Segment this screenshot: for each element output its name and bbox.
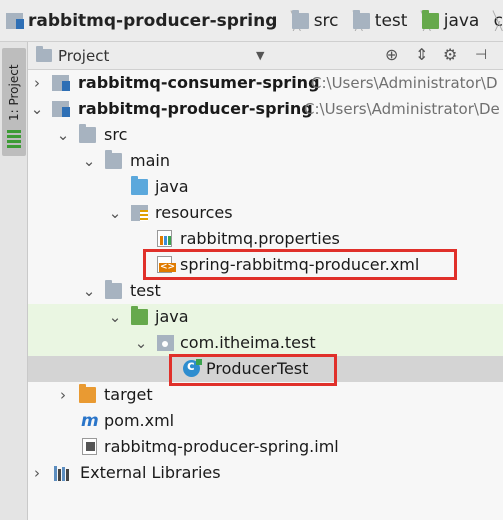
chevron-down-icon[interactable]: ⌄ — [82, 148, 96, 174]
tree-item-label: rabbitmq-producer-spring — [78, 99, 313, 118]
tree-row-src[interactable]: ⌄ src — [28, 122, 503, 148]
project-view-icon — [36, 46, 52, 62]
chevron-down-icon[interactable]: ⌄ — [82, 278, 96, 304]
tree-item-path: C:\Users\Administrator\De — [304, 100, 500, 118]
green-folder-icon — [131, 306, 148, 325]
tree-item-label: src — [104, 125, 128, 144]
breadcrumb-label: rabbitmq-producer-spring — [28, 10, 278, 31]
chevron-down-icon[interactable]: ⌄ — [108, 304, 122, 330]
resources-folder-icon — [131, 205, 148, 221]
project-panel-header: Project ▼ ⊕ ⇕ ⚙ ⊣ — [28, 42, 503, 70]
chevron-down-icon[interactable]: ⌄ — [108, 200, 122, 226]
green-folder-icon — [421, 9, 439, 29]
tree-item-label: resources — [155, 203, 233, 222]
xml-file-icon — [157, 256, 177, 273]
tree-row-producer-module[interactable]: ⌄ rabbitmq-producer-spring C:\Users\Admi… — [28, 96, 503, 122]
tree-row-iml[interactable]: rabbitmq-producer-spring.iml — [28, 434, 503, 460]
breadcrumb-label: src — [313, 10, 339, 31]
tree-item-label: java — [155, 307, 189, 326]
tree-row-resources[interactable]: ⌄ resources — [28, 200, 503, 226]
tree-row-package[interactable]: ⌄ com.itheima.test — [28, 330, 503, 356]
chevron-down-icon[interactable]: ⌄ — [134, 330, 148, 356]
tool-window-strip: 1: Project — [0, 42, 28, 520]
tree-row-pom[interactable]: m pom.xml — [28, 408, 503, 434]
module-icon — [52, 75, 70, 91]
libraries-icon — [54, 466, 74, 481]
properties-file-icon — [157, 230, 172, 247]
tree-row-consumer-module[interactable]: › rabbitmq-consumer-spring C:\Users\Admi… — [28, 70, 503, 96]
tree-item-label: com.itheima.test — [180, 333, 316, 352]
module-icon — [52, 101, 70, 117]
breadcrumb-label: java — [443, 10, 480, 31]
tree-item-path: C:\Users\Administrator\D — [311, 74, 498, 92]
tree-item-label: main — [130, 151, 170, 170]
tree-item-label: External Libraries — [80, 463, 221, 482]
breadcrumb-separator — [413, 0, 417, 41]
breadcrumb: rabbitmq-producer-spring src test java c — [0, 0, 503, 42]
class-icon — [183, 359, 202, 377]
breadcrumb-separator — [485, 0, 489, 41]
package-icon — [157, 335, 174, 351]
iml-file-icon — [82, 438, 97, 455]
breadcrumb-label: test — [374, 10, 408, 31]
chevron-down-icon[interactable]: ▼ — [256, 49, 264, 62]
project-structure-icon — [7, 130, 21, 152]
tree-row-target[interactable]: › target — [28, 382, 503, 408]
folder-icon — [105, 150, 122, 169]
chevron-right-icon[interactable]: › — [30, 460, 44, 486]
project-view-selector[interactable]: Project — [58, 47, 109, 65]
tree-row-properties[interactable]: rabbitmq.properties — [28, 226, 503, 252]
folder-icon — [291, 9, 309, 29]
folder-icon — [79, 124, 96, 143]
chevron-down-icon[interactable]: ⌄ — [30, 96, 44, 122]
project-tool-tab[interactable]: 1: Project — [2, 48, 26, 156]
tree-item-label: ProducerTest — [206, 359, 309, 378]
split-icon[interactable]: ⇕ — [415, 46, 428, 64]
tree-row-main-java[interactable]: java — [28, 174, 503, 200]
tree-item-label: rabbitmq-producer-spring.iml — [104, 437, 339, 456]
tree-row-main[interactable]: ⌄ main — [28, 148, 503, 174]
breadcrumb-separator — [345, 0, 349, 41]
tree-item-label: rabbitmq.properties — [180, 229, 340, 248]
chevron-right-icon[interactable]: › — [30, 70, 44, 96]
module-folder-icon — [6, 12, 24, 29]
tree-row-test[interactable]: ⌄ test — [28, 278, 503, 304]
folder-icon — [105, 280, 122, 299]
orange-folder-icon — [79, 384, 96, 403]
gear-icon[interactable]: ⚙ — [443, 46, 457, 64]
chevron-right-icon[interactable]: › — [56, 382, 70, 408]
tree-row-xml[interactable]: spring-rabbitmq-producer.xml — [28, 252, 503, 278]
tree-item-label: spring-rabbitmq-producer.xml — [180, 255, 420, 274]
tree-item-label: java — [155, 177, 189, 196]
blue-folder-icon — [131, 176, 148, 195]
breadcrumb-item-test[interactable]: test — [352, 0, 408, 41]
tree-item-label: target — [104, 385, 153, 404]
tree-row-producer-test[interactable]: ProducerTest — [28, 356, 503, 382]
maven-icon: m — [81, 411, 99, 431]
breadcrumb-item-java[interactable]: java — [421, 0, 480, 41]
hide-icon[interactable]: ⊣ — [475, 46, 487, 64]
tree-row-test-java[interactable]: ⌄ java — [28, 304, 503, 330]
tree-row-external-libraries[interactable]: › External Libraries — [28, 460, 503, 486]
tree-item-label: rabbitmq-consumer-spring — [78, 73, 320, 92]
tree-item-label: test — [130, 281, 161, 300]
target-icon[interactable]: ⊕ — [385, 46, 398, 64]
breadcrumb-item-src[interactable]: src — [291, 0, 339, 41]
project-tool-tab-label: 1: Project — [7, 64, 21, 122]
project-tree: › rabbitmq-consumer-spring C:\Users\Admi… — [28, 70, 503, 520]
folder-icon — [352, 9, 370, 29]
tree-item-label: pom.xml — [104, 411, 175, 430]
chevron-down-icon[interactable]: ⌄ — [56, 122, 70, 148]
breadcrumb-item-project[interactable]: rabbitmq-producer-spring — [6, 0, 278, 41]
breadcrumb-separator — [283, 0, 287, 41]
